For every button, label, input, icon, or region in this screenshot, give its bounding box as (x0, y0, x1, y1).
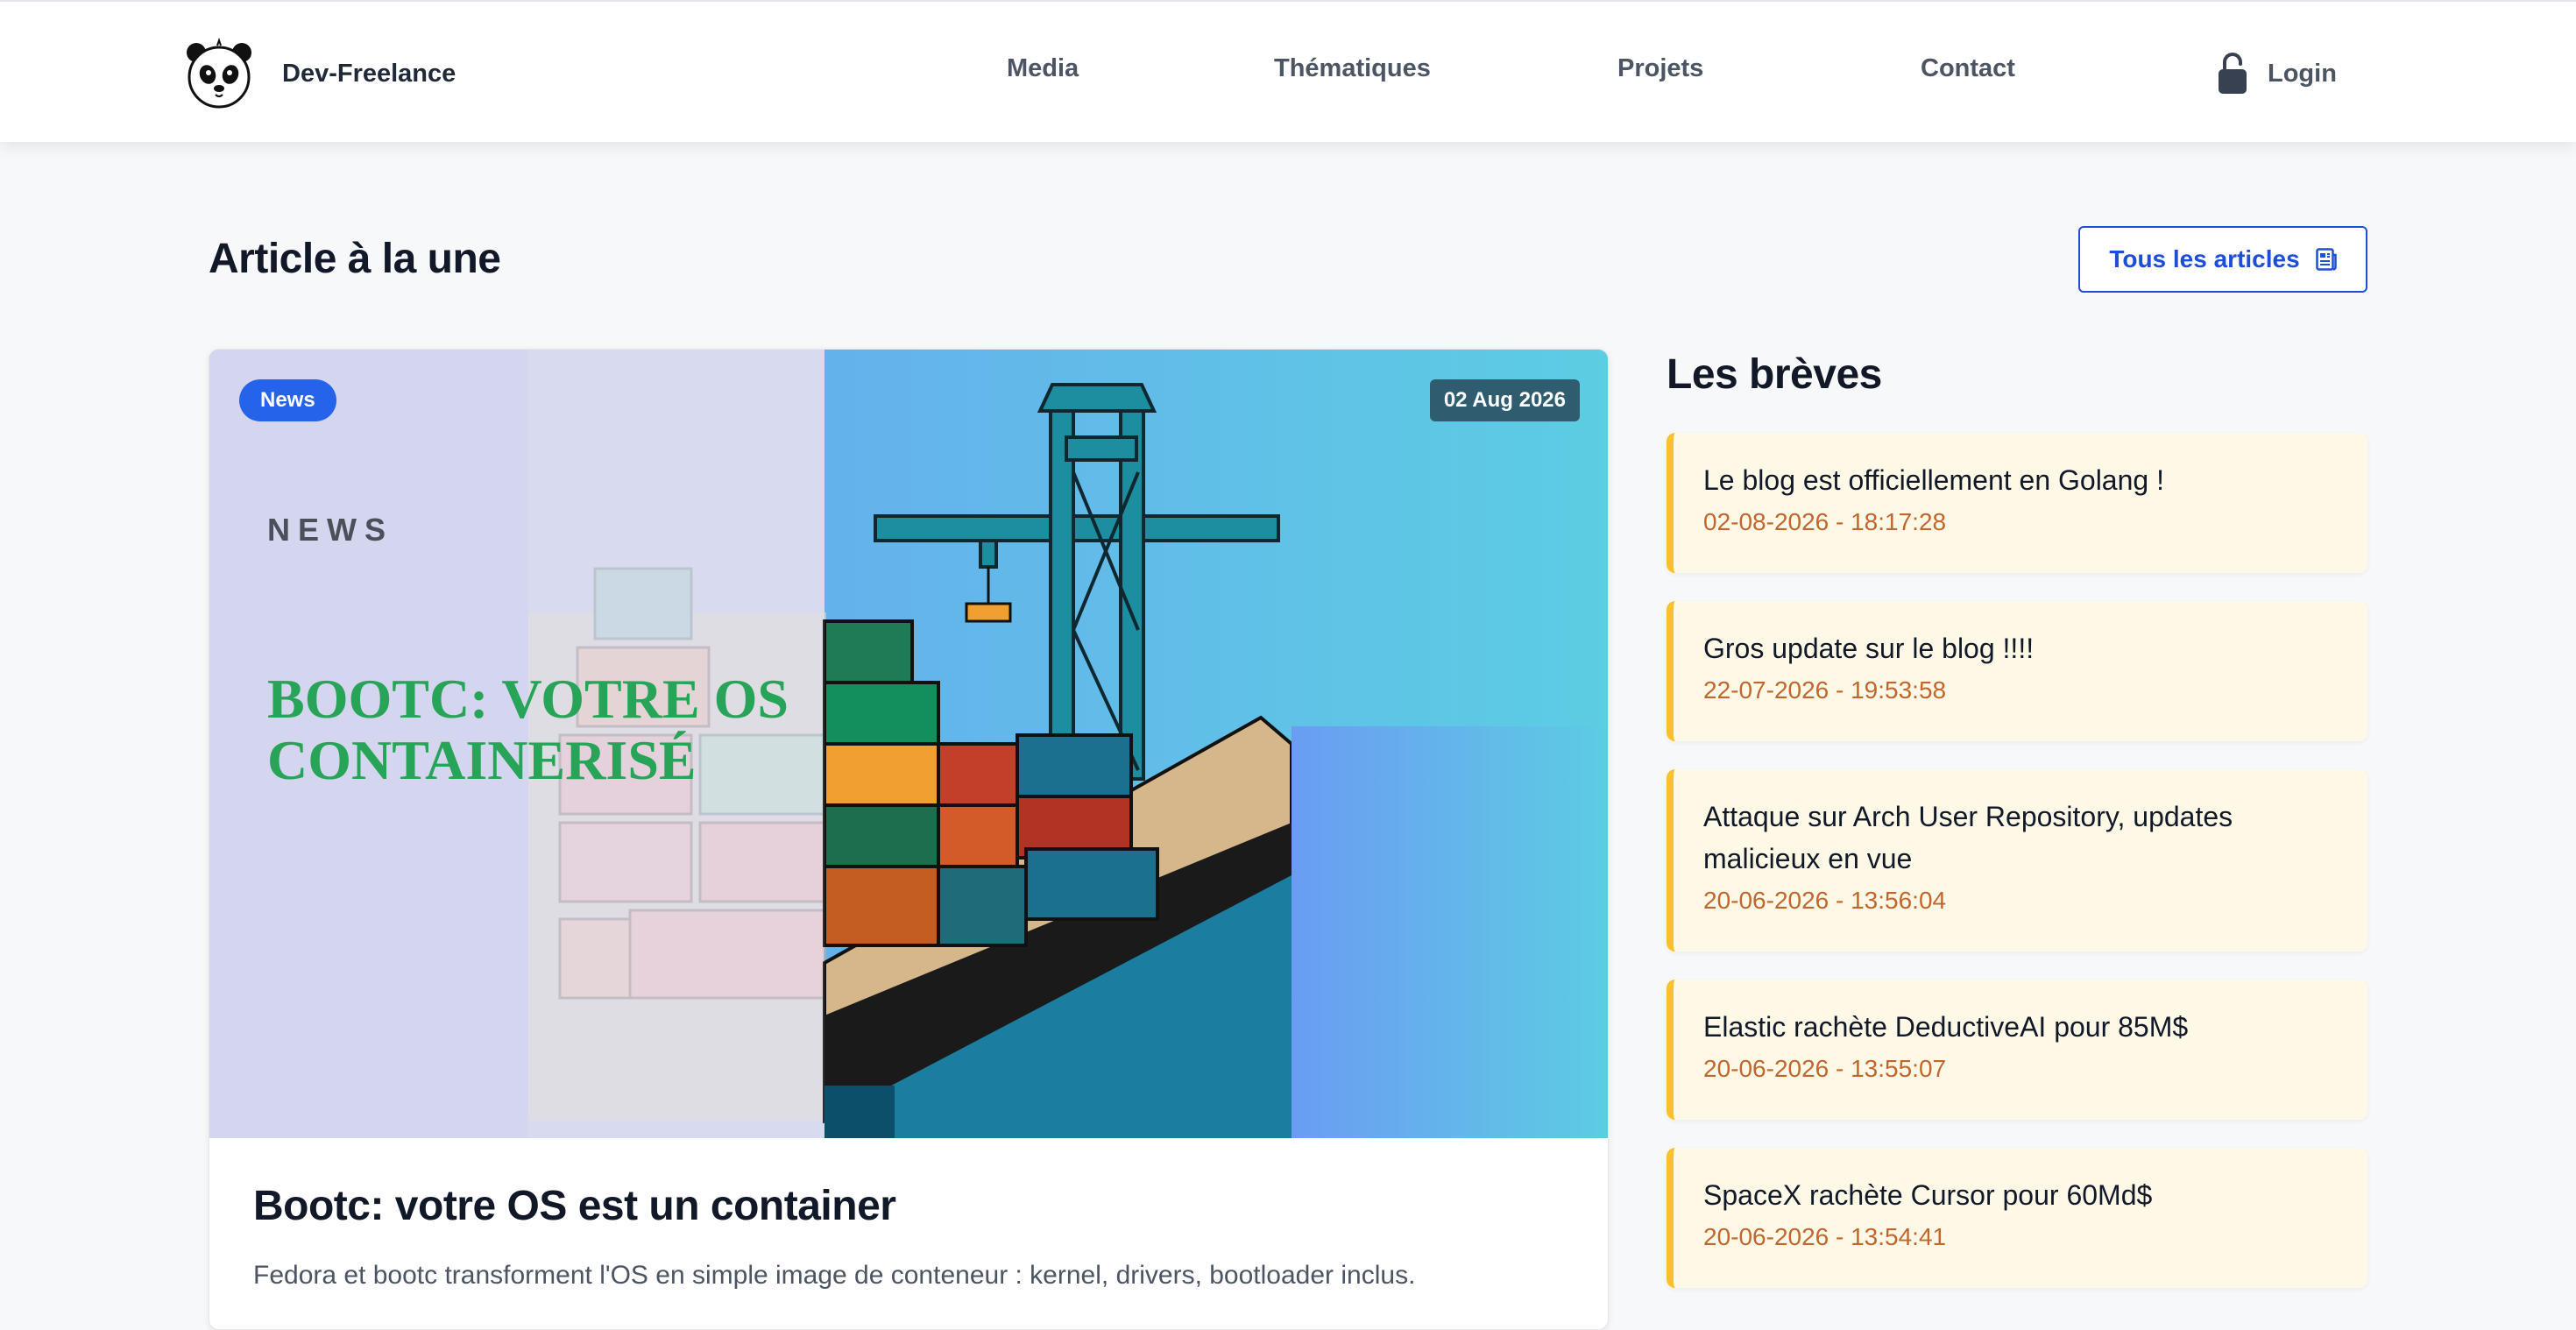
breve-item[interactable]: Elastic rachète DeductiveAI pour 85M$ 20… (1667, 980, 2367, 1120)
breve-item[interactable]: Gros update sur le blog !!!! 22-07-2026 … (1667, 601, 2367, 741)
breve-title: Gros update sur le blog !!!! (1703, 633, 2035, 664)
featured-article-excerpt: Fedora et bootc transforment l'OS en sim… (253, 1261, 1416, 1290)
site-header: Dev-Freelance Media Thématiques Projets … (0, 0, 2576, 142)
breve-title: Le blog est officiellement en Golang ! (1703, 464, 2164, 496)
breve-item[interactable]: Le blog est officiellement en Golang ! 0… (1667, 433, 2367, 573)
breve-date: 20-06-2026 - 13:56:04 (1703, 887, 1947, 914)
breve-title: Elastic rachète DeductiveAI pour 85M$ (1703, 1011, 2189, 1043)
panda-logo-icon (187, 37, 251, 109)
brand-name: Dev-Freelance (282, 59, 456, 88)
nav-contact[interactable]: Contact (1921, 54, 2015, 83)
breve-date: 20-06-2026 - 13:54:41 (1703, 1223, 1947, 1250)
category-badge[interactable]: News (239, 379, 336, 421)
breve-title: SpaceX rachète Cursor pour 60Md$ (1703, 1179, 2153, 1211)
featured-article-image: NEWS BOOTC: VOTRE OS CONTAINERISÉ (209, 350, 1608, 1138)
featured-article-card[interactable]: NEWS BOOTC: VOTRE OS CONTAINERISÉ News 0… (209, 349, 1609, 1330)
breve-date: 20-06-2026 - 13:55:07 (1703, 1055, 1947, 1082)
unlock-icon (2219, 53, 2247, 94)
all-articles-label: Tous les articles (2109, 245, 2300, 272)
breve-date: 22-07-2026 - 19:53:58 (1703, 676, 1947, 704)
nav-media[interactable]: Media (1007, 54, 1079, 83)
image-headline-line2: CONTAINERISÉ (267, 729, 697, 791)
image-headline-line1: BOOTC: VOTRE OS (267, 668, 789, 730)
featured-article-title[interactable]: Bootc: votre OS est un container (253, 1182, 896, 1230)
brand-link[interactable]: Dev-Freelance (182, 37, 456, 110)
newspaper-icon (2315, 248, 2337, 271)
login-label: Login (2268, 59, 2337, 88)
date-badge: 02 Aug 2026 (1429, 379, 1580, 421)
breve-date: 02-08-2026 - 18:17:28 (1703, 508, 1947, 535)
nav-thematiques[interactable]: Thématiques (1274, 54, 1431, 83)
breve-title: Attaque sur Arch User Repository, update… (1703, 801, 2233, 874)
image-kicker: NEWS (267, 512, 393, 548)
breve-item[interactable]: SpaceX rachète Cursor pour 60Md$ 20-06-2… (1667, 1148, 2367, 1288)
breve-item[interactable]: Attaque sur Arch User Repository, update… (1667, 769, 2367, 952)
section-title: Article à la une (209, 236, 501, 282)
login-link[interactable]: Login (2217, 47, 2337, 100)
nav-projets[interactable]: Projets (1617, 54, 1703, 83)
breves-title: Les brèves (1667, 351, 1882, 398)
all-articles-button[interactable]: Tous les articles (2078, 226, 2367, 293)
